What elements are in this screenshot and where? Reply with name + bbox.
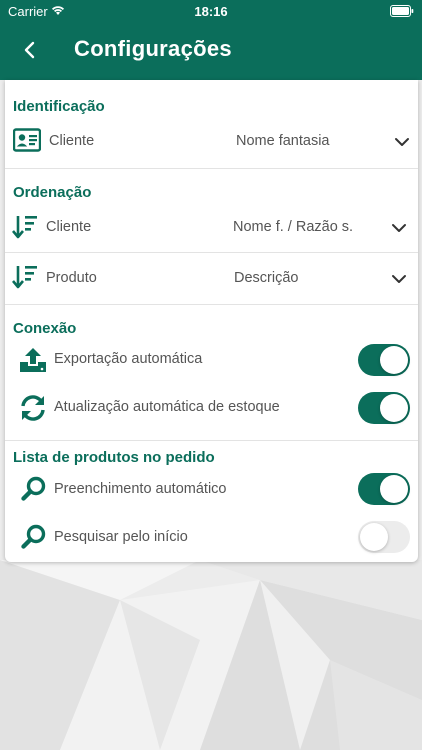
divider	[5, 168, 418, 169]
id-card-icon	[13, 128, 41, 152]
toggle-knob	[380, 346, 408, 374]
ordenacao-produto-select[interactable]: Produto Descrição	[5, 254, 418, 300]
ordenacao-produto-value: Descrição	[234, 270, 299, 286]
toggle-knob	[360, 523, 388, 551]
identificacao-cliente-value: Nome fantasia	[236, 133, 330, 149]
section-title-conexao: Conexão	[13, 320, 77, 337]
chevron-down-icon	[392, 224, 406, 232]
ordenacao-cliente-select[interactable]: Cliente Nome f. / Razão s.	[5, 204, 418, 250]
exportacao-automatica-toggle[interactable]	[358, 344, 410, 376]
ordenacao-produto-label: Produto	[46, 270, 97, 286]
sort-descending-icon	[12, 216, 37, 239]
settings-card: Identificação Cliente Nome fantasia Orde…	[5, 80, 418, 562]
clock: 18:16	[194, 4, 228, 19]
preenchimento-automatico-label: Preenchimento automático	[54, 481, 227, 497]
section-title-ordenacao: Ordenação	[13, 184, 92, 201]
back-arrow-icon[interactable]	[18, 36, 42, 64]
page-title: Configurações	[74, 36, 232, 61]
divider	[5, 252, 418, 253]
divider	[5, 304, 418, 305]
atualizacao-estoque-toggle[interactable]	[358, 392, 410, 424]
ordenacao-cliente-value: Nome f. / Razão s.	[233, 219, 354, 235]
status-bar: Carrier 18:16	[0, 0, 422, 22]
toggle-knob	[380, 394, 408, 422]
section-title-identificacao: Identificação	[13, 98, 105, 115]
search-icon	[21, 524, 46, 549]
exportacao-automatica-label: Exportação automática	[54, 351, 203, 367]
sort-descending-icon	[12, 266, 37, 289]
divider	[5, 440, 418, 441]
atualizacao-estoque-label: Atualização automática de estoque	[54, 399, 280, 415]
search-icon	[21, 476, 46, 501]
toggle-knob	[380, 475, 408, 503]
sync-icon	[21, 395, 45, 421]
ordenacao-cliente-label: Cliente	[46, 219, 92, 235]
pesquisar-inicio-label: Pesquisar pelo início	[54, 529, 188, 545]
top-bar: Carrier 18:16 Configurações	[0, 0, 422, 80]
upload-icon	[20, 348, 46, 372]
battery-icon	[390, 5, 414, 17]
section-title-lista-produtos: Lista de produtos no pedido	[13, 449, 215, 466]
chevron-down-icon	[392, 275, 406, 283]
chevron-down-icon	[395, 138, 409, 146]
preenchimento-automatico-toggle[interactable]	[358, 473, 410, 505]
pesquisar-inicio-toggle[interactable]	[358, 521, 410, 553]
identificacao-cliente-select[interactable]: Cliente Nome fantasia	[5, 118, 418, 164]
navigation-bar: Configurações	[0, 22, 422, 80]
identificacao-cliente-label: Cliente	[49, 133, 95, 149]
